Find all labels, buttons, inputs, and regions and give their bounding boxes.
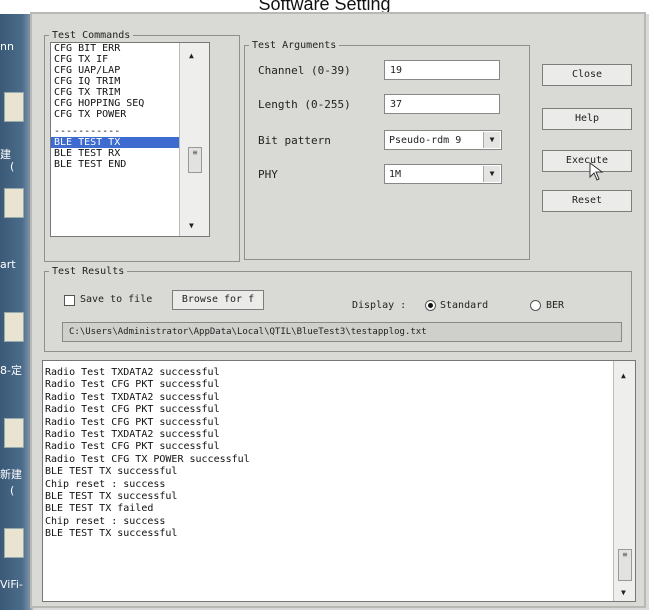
- ber-radio[interactable]: [530, 300, 541, 311]
- close-button[interactable]: Close: [542, 64, 632, 86]
- desktop-label: ViFi-: [0, 578, 23, 591]
- test-results-legend: Test Results: [52, 266, 125, 277]
- log-line: Radio Test CFG PKT successful: [45, 416, 220, 428]
- browse-button[interactable]: Browse for f: [172, 290, 264, 310]
- commands-scrollbar[interactable]: ▲ ≡ ▼: [179, 43, 209, 236]
- chevron-down-icon[interactable]: ▼: [483, 166, 500, 182]
- log-line: Radio Test CFG TX POWER successful: [45, 453, 250, 465]
- up-arrow-icon[interactable]: ▲: [189, 51, 194, 60]
- standard-radio-label: Standard: [440, 300, 489, 311]
- bit-pattern-select[interactable]: Pseudo-rdm 9 ▼: [384, 130, 502, 150]
- log-line: Radio Test TXDATA2 successful: [45, 391, 220, 403]
- desktop-file-icon[interactable]: [4, 92, 24, 122]
- desktop-label: 8-定: [0, 364, 22, 377]
- desktop-file-icon[interactable]: [4, 418, 24, 448]
- channel-input[interactable]: 19: [384, 60, 500, 80]
- software-setting-dialog: Test Commands CFG BIT ERR CFG TX IF CFG …: [30, 12, 646, 608]
- log-path-field[interactable]: C:\Users\Administrator\AppData\Local\QTI…: [62, 322, 622, 342]
- bit-pattern-label: Bit pattern: [258, 134, 331, 147]
- log-line: Radio Test TXDATA2 successful: [45, 428, 220, 440]
- display-label: Display :: [352, 300, 407, 311]
- phy-value: 1M: [389, 169, 402, 180]
- log-line: BLE TEST TX successful: [45, 528, 178, 540]
- reset-button[interactable]: Reset: [542, 190, 632, 212]
- test-commands-list[interactable]: CFG BIT ERR CFG TX IF CFG UAP/LAP CFG IQ…: [50, 42, 210, 237]
- length-label: Length (0-255): [258, 98, 351, 111]
- ber-radio-label: BER: [546, 300, 565, 311]
- scroll-thumb[interactable]: ≡: [188, 147, 202, 173]
- test-commands-legend: Test Commands: [52, 30, 131, 41]
- chevron-down-icon[interactable]: ▼: [483, 132, 500, 148]
- desktop-label: (: [10, 160, 15, 173]
- length-input[interactable]: 37: [384, 94, 500, 114]
- mouse-pointer-icon: [589, 162, 604, 181]
- log-line: Radio Test CFG PKT successful: [45, 379, 220, 391]
- log-line: Chip reset : success: [45, 515, 166, 527]
- execute-button[interactable]: Execute: [542, 150, 632, 172]
- desktop-label: art: [0, 258, 16, 271]
- help-button[interactable]: Help: [542, 108, 632, 130]
- down-arrow-icon[interactable]: ▼: [621, 588, 626, 597]
- phy-select[interactable]: 1M ▼: [384, 164, 502, 184]
- desktop-file-icon[interactable]: [4, 528, 24, 558]
- phy-label: PHY: [258, 168, 278, 181]
- log-line: Radio Test CFG PKT successful: [45, 441, 220, 453]
- desktop-label: nn: [0, 40, 14, 53]
- desktop-label: 新建: [0, 468, 22, 481]
- log-line: BLE TEST TX failed: [45, 503, 154, 515]
- log-line: BLE TEST TX successful: [45, 490, 178, 502]
- desktop-label: (: [10, 484, 15, 497]
- desktop-file-icon[interactable]: [4, 188, 24, 218]
- log-scrollbar[interactable]: ▲ ≡ ▼: [613, 361, 635, 601]
- log-line: BLE TEST TX successful: [45, 466, 178, 478]
- log-line: Chip reset : success: [45, 478, 166, 490]
- save-to-file-checkbox[interactable]: [64, 295, 75, 306]
- channel-label: Channel (0-39): [258, 64, 351, 77]
- bit-pattern-value: Pseudo-rdm 9: [389, 135, 462, 146]
- scroll-thumb[interactable]: ≡: [618, 549, 632, 581]
- log-output[interactable]: Radio Test TXDATA2 successful Radio Test…: [42, 360, 636, 602]
- test-arguments-legend: Test Arguments: [252, 40, 337, 51]
- up-arrow-icon[interactable]: ▲: [621, 371, 626, 380]
- desktop-file-icon[interactable]: [4, 312, 24, 342]
- down-arrow-icon[interactable]: ▼: [189, 221, 194, 230]
- standard-radio[interactable]: [425, 300, 436, 311]
- log-line: Radio Test TXDATA2 successful: [45, 367, 220, 378]
- log-line: Radio Test CFG PKT successful: [45, 404, 220, 416]
- save-to-file-label: Save to file: [80, 294, 153, 305]
